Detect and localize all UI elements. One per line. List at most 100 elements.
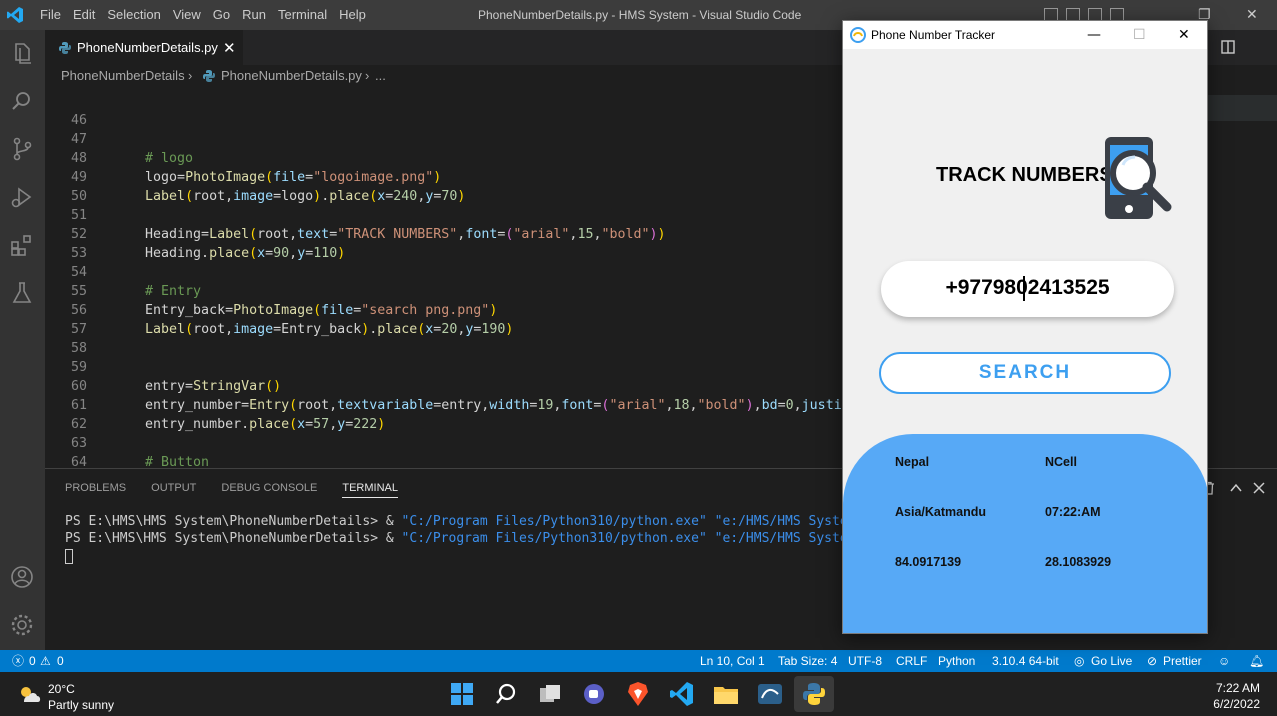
feedback-icon[interactable]: ☺ xyxy=(1218,650,1230,672)
code-line: 51 Heading=Label(root,text="TRACK NUMBER… xyxy=(45,187,666,242)
brave-browser-icon[interactable] xyxy=(624,680,652,708)
file-explorer-icon[interactable] xyxy=(712,680,740,708)
tab-output[interactable]: OUTPUT xyxy=(151,482,196,498)
extensions-icon[interactable] xyxy=(9,232,35,258)
python-interpreter[interactable]: 3.10.4 64-bit xyxy=(992,650,1059,672)
accounts-icon[interactable] xyxy=(9,564,35,590)
code-line: 62 xyxy=(45,396,87,432)
result-timezone: Asia/Katmandu xyxy=(895,505,986,519)
menu-run[interactable]: Run xyxy=(242,0,276,30)
menu-file[interactable]: File xyxy=(40,0,71,30)
result-latitude: 28.1083929 xyxy=(1045,555,1112,569)
weather-description[interactable]: Partly sunny xyxy=(48,698,114,712)
weather-temperature[interactable]: 20°C xyxy=(48,682,75,696)
terminal-prompt: PS E:\HMS\HMS System\PhoneNumberDetails>… xyxy=(65,531,402,546)
tracker-titlebar: Phone Number Tracker — ☐ ✕ xyxy=(843,21,1207,49)
tab-size[interactable]: Tab Size: 4 xyxy=(778,650,837,672)
cursor-position[interactable]: Ln 10, Col 1 xyxy=(700,650,765,672)
windows-start-icon[interactable] xyxy=(448,680,476,708)
phone-number-input[interactable]: +9779802413525 xyxy=(881,261,1174,315)
broadcast-icon: ◎ xyxy=(1074,654,1085,668)
tab-phonenumberdetails[interactable]: PhoneNumberDetails.py ✕ xyxy=(45,30,243,65)
phone-number-entry-background: +9779802413525 xyxy=(881,261,1174,317)
close-tab-icon[interactable]: ✕ xyxy=(223,30,236,66)
close-window-icon[interactable]: ✕ xyxy=(1246,0,1258,30)
testing-flask-icon[interactable] xyxy=(9,280,35,306)
breadcrumb-separator-icon: › xyxy=(188,68,193,83)
error-count[interactable]: 0 xyxy=(29,650,36,672)
terminal-cursor xyxy=(65,549,73,564)
encoding[interactable]: UTF-8 xyxy=(848,650,882,672)
search-icon[interactable] xyxy=(9,88,35,114)
language-mode[interactable]: Python xyxy=(938,650,975,672)
text-caret xyxy=(1023,276,1025,301)
code-line: 65 Search=Button(root,image=Search_image… xyxy=(45,453,77,468)
error-icon[interactable]: ⓧ xyxy=(12,650,24,672)
results-panel: Nepal NCell Asia/Katmandu 07:22:AM 84.09… xyxy=(843,434,1207,633)
vscode-taskbar-icon[interactable] xyxy=(668,680,696,708)
menu-edit[interactable]: Edit xyxy=(73,0,105,30)
activity-bar xyxy=(0,30,45,650)
tab-terminal[interactable]: TERMINAL xyxy=(342,482,398,498)
breadcrumb-more[interactable]: ... xyxy=(375,68,386,83)
clock-time[interactable]: 7:22 AM xyxy=(1216,681,1260,695)
code-line: 60 entry_number=Entry(root,textvariable=… xyxy=(45,358,930,413)
terminal-line: PS E:\HMS\HMS System\PhoneNumberDetails>… xyxy=(65,531,934,546)
prettier-button[interactable]: Prettier xyxy=(1163,650,1202,672)
code-line: 50 xyxy=(45,168,87,204)
code-line: 54 # Entry xyxy=(45,244,201,299)
mysql-workbench-icon[interactable] xyxy=(756,680,784,708)
code-line: 52 Heading.place(x=90,y=110) xyxy=(45,206,345,261)
maximize-panel-icon[interactable] xyxy=(1229,481,1243,495)
code-line: 56 Label(root,image=Entry_back).place(x=… xyxy=(45,282,513,337)
phone-tracker-window: Phone Number Tracker — ☐ ✕ TRACK NUMBERS… xyxy=(842,20,1208,634)
minimap[interactable] xyxy=(1207,87,1277,468)
settings-gear-icon[interactable] xyxy=(9,612,35,638)
maximize-icon[interactable]: ☐ xyxy=(1133,21,1146,49)
minimize-icon[interactable]: — xyxy=(1087,21,1101,49)
code-line: 59 entry=StringVar() xyxy=(45,339,281,394)
track-numbers-heading: TRACK NUMBERS xyxy=(936,164,1113,186)
menu-help[interactable]: Help xyxy=(339,0,376,30)
menu-view[interactable]: View xyxy=(173,0,211,30)
window-title: PhoneNumberDetails.py - HMS System - Vis… xyxy=(478,8,802,22)
menu-selection[interactable]: Selection xyxy=(107,0,170,30)
taskbar-search-icon[interactable] xyxy=(492,680,520,708)
code-line: 57 xyxy=(45,301,87,337)
split-editor-icon[interactable] xyxy=(1221,40,1235,54)
menu-terminal[interactable]: Terminal xyxy=(278,0,337,30)
search-button[interactable]: SEARCH xyxy=(879,352,1171,394)
go-live-button[interactable]: Go Live xyxy=(1091,650,1132,672)
teams-chat-icon[interactable] xyxy=(580,680,608,708)
warning-count[interactable]: 0 xyxy=(57,650,64,672)
explorer-icon[interactable] xyxy=(9,40,35,66)
notifications-bell-icon[interactable]: 🔔︎ xyxy=(1249,650,1264,672)
result-country: Nepal xyxy=(895,455,930,469)
breadcrumb-separator-icon: › xyxy=(365,68,370,83)
code-line: 63 # Button xyxy=(45,415,209,468)
end-of-line[interactable]: CRLF xyxy=(896,650,927,672)
code-line: 47 # logo xyxy=(45,111,193,166)
run-debug-icon[interactable] xyxy=(9,184,35,210)
breadcrumb-file[interactable]: PhoneNumberDetails.py xyxy=(221,68,362,83)
warning-icon[interactable]: ⚠ xyxy=(40,650,51,672)
tracker-window-title: Phone Number Tracker xyxy=(871,28,996,42)
tab-debug-console[interactable]: DEBUG CONSOLE xyxy=(221,482,317,498)
close-panel-icon[interactable] xyxy=(1252,481,1266,495)
phone-magnifier-icon xyxy=(1105,137,1172,219)
python-app-icon[interactable] xyxy=(800,680,828,708)
tab-problems[interactable]: PROBLEMS xyxy=(65,482,126,498)
weather-partly-sunny-icon[interactable] xyxy=(16,684,42,704)
breadcrumb-folder[interactable]: PhoneNumberDetails xyxy=(61,68,185,83)
result-local-time: 07:22:AM xyxy=(1045,505,1101,519)
code-line: 49 Label(root,image=logo).place(x=240,y=… xyxy=(45,149,465,204)
source-control-icon[interactable] xyxy=(9,136,35,162)
panel-tabs: PROBLEMS OUTPUT DEBUG CONSOLE TERMINAL xyxy=(65,482,423,498)
status-bar: ⓧ 0 ⚠ 0 Ln 10, Col 1 Tab Size: 4 UTF-8 C… xyxy=(0,650,1277,672)
close-icon[interactable]: ✕ xyxy=(1178,21,1190,49)
task-view-icon[interactable] xyxy=(536,680,564,708)
menu-go[interactable]: Go xyxy=(213,0,240,30)
clock-date[interactable]: 6/2/2022 xyxy=(1213,697,1260,711)
code-line: 58 xyxy=(45,320,87,356)
code-line: 53 xyxy=(45,225,87,261)
